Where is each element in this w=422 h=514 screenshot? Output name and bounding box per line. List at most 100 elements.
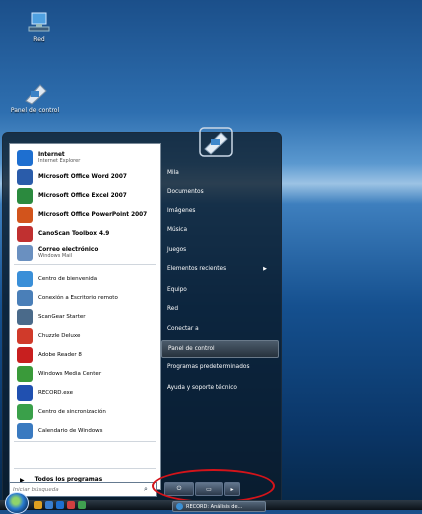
start-menu-item-text: RECORD.exe [38, 390, 73, 397]
start-menu-item[interactable]: CanoScan Toolbox 4.9 [10, 224, 160, 244]
desktop-icon-red[interactable]: Red [12, 12, 66, 43]
media-center-icon [17, 366, 33, 382]
show-desktop-icon[interactable] [34, 501, 42, 509]
start-menu-place[interactable]: Juegos [161, 242, 277, 258]
record-app-icon [17, 385, 33, 401]
record-app-icon [176, 503, 183, 510]
start-menu-place-label: Conectar a [167, 326, 199, 332]
start-menu-item[interactable]: Adobe Reader 8 [10, 345, 160, 365]
start-menu-item[interactable]: Centro de bienvenida [10, 269, 160, 289]
start-menu-item-title: ScanGear Starter [38, 313, 86, 320]
menu-separator [14, 264, 156, 265]
start-menu-item-title: Microsoft Office PowerPoint 2007 [38, 211, 148, 218]
start-menu-place[interactable]: Música [161, 222, 277, 238]
start-menu-item-title: Microsoft Office Word 2007 [38, 173, 127, 180]
start-menu-place[interactable]: Panel de control [161, 340, 279, 358]
start-menu-place[interactable]: Conectar a [161, 321, 277, 337]
start-menu-item-text: ScanGear Starter [38, 314, 85, 321]
start-menu-place[interactable]: Mila [161, 165, 277, 181]
start-menu-item-text: Microsoft Office Word 2007 [38, 174, 127, 181]
start-menu-item[interactable]: Correo electrónico Windows Mail [10, 243, 160, 263]
welcome-center-icon [17, 271, 33, 287]
start-menu-place-label: Música [167, 227, 188, 233]
start-menu-item-title: Windows Media Center [38, 370, 102, 377]
menu-separator [14, 468, 156, 469]
quick-launch-app-icon[interactable] [67, 501, 75, 509]
start-menu-item-title: CanoScan Toolbox 4.9 [38, 230, 110, 237]
powerpoint-icon [17, 207, 33, 223]
sync-center-icon [17, 404, 33, 420]
start-menu-place-label: Panel de control [168, 346, 215, 352]
remote-desktop-icon [17, 290, 33, 306]
start-menu-programs-pane: Internet Internet Explorer Microsoft Offic… [9, 143, 161, 490]
start-menu-item-subtitle: Windows Mail [38, 253, 73, 259]
start-menu-item[interactable]: Microsoft Office Word 2007 [10, 167, 160, 187]
start-menu-place[interactable]: Elementos recientes ▶ [161, 261, 277, 277]
start-menu-item-title: Microsoft Office Excel 2007 [38, 192, 127, 199]
start-menu-item-text: Windows Media Center [38, 371, 101, 378]
start-menu-item[interactable]: Microsoft Office Excel 2007 [10, 186, 160, 206]
start-menu-place[interactable]: Programas predeterminados [161, 359, 277, 375]
start-menu-item[interactable]: Internet Internet Explorer [10, 148, 160, 168]
start-menu-item[interactable]: Windows Media Center [10, 364, 160, 384]
start-menu-item-text: CanoScan Toolbox 4.9 [38, 231, 109, 238]
start-menu-item[interactable]: Microsoft Office PowerPoint 2007 [10, 205, 160, 225]
start-menu-item[interactable]: Centro de sincronización [10, 402, 160, 422]
start-menu-place-label: Documentos [167, 189, 204, 195]
internet-explorer-icon[interactable] [56, 501, 64, 509]
start-menu-place-label: Imágenes [167, 208, 196, 214]
start-menu-place-label: Juegos [167, 247, 187, 253]
start-menu-item[interactable]: ScanGear Starter [10, 307, 160, 327]
start-menu-item[interactable]: Calendario de Windows [10, 421, 160, 441]
menu-separator [14, 441, 156, 442]
user-picture-icon [199, 127, 233, 157]
word-icon [17, 169, 33, 185]
network-computer-icon [26, 12, 52, 34]
taskbar-button-record[interactable]: RECORD: Análisis de... [172, 501, 266, 512]
quick-launch-app-icon[interactable] [78, 501, 86, 509]
start-menu-item-text: Microsoft Office Excel 2007 [38, 193, 127, 200]
scangear-icon [17, 309, 33, 325]
start-menu-place-label: Equipo [167, 287, 187, 293]
start-menu-place-label: Ayuda y soporte técnico [167, 385, 237, 391]
start-search-box[interactable]: ⌕ [9, 482, 157, 497]
start-menu-item-text: Internet Internet Explorer [38, 152, 80, 165]
start-menu-place[interactable]: Imágenes [161, 203, 277, 219]
start-menu-place[interactable]: Ayuda y soporte técnico [161, 380, 277, 396]
internet-explorer-icon [17, 150, 33, 166]
switch-windows-icon[interactable] [45, 501, 53, 509]
start-menu-place-label: Mila [167, 170, 179, 176]
desktop-icon-panel-de-control[interactable]: Panel de control [8, 83, 62, 114]
start-menu-item-title: Chuzzle Deluxe [38, 332, 81, 339]
start-menu-item-text: Centro de sincronización [38, 409, 106, 416]
chevron-right-icon: ▶ [263, 266, 267, 272]
mail-icon [17, 245, 33, 261]
desktop-icon-label: Panel de control [10, 107, 60, 114]
search-icon[interactable]: ⌕ [140, 485, 152, 494]
start-menu-item[interactable]: RECORD.exe [10, 383, 160, 403]
calendar-icon [17, 423, 33, 439]
start-menu-place-label: Elementos recientes [167, 266, 227, 272]
scanner-icon [17, 226, 33, 242]
start-menu-place[interactable]: Documentos [161, 184, 277, 200]
start-menu-item-text: Microsoft Office PowerPoint 2007 [38, 212, 147, 219]
start-menu-item[interactable]: Conexión a Escritorio remoto [10, 288, 160, 308]
annotation-circle [152, 469, 275, 503]
start-menu-item-text: Correo electrónico Windows Mail [38, 247, 98, 260]
start-menu-item-text: Conexión a Escritorio remoto [38, 295, 118, 302]
excel-icon [17, 188, 33, 204]
desktop-icon-label: Red [33, 36, 45, 43]
start-menu-item-title: Centro de bienvenida [38, 275, 98, 282]
adobe-reader-icon [17, 347, 33, 363]
start-menu-place[interactable]: Red [161, 301, 277, 317]
chuzzle-icon [17, 328, 33, 344]
start-menu-item-title: Centro de sincronización [38, 408, 106, 415]
start-menu-place[interactable]: Equipo [161, 282, 277, 298]
start-menu: Internet Internet Explorer Microsoft Offic… [2, 127, 282, 503]
start-menu-item-text: Chuzzle Deluxe [38, 333, 80, 340]
start-menu-item-subtitle: Internet Explorer [38, 158, 81, 164]
search-input[interactable] [10, 485, 140, 494]
start-orb-button[interactable] [5, 492, 29, 514]
start-menu-item[interactable]: Chuzzle Deluxe [10, 326, 160, 346]
control-panel-icon [22, 83, 48, 105]
